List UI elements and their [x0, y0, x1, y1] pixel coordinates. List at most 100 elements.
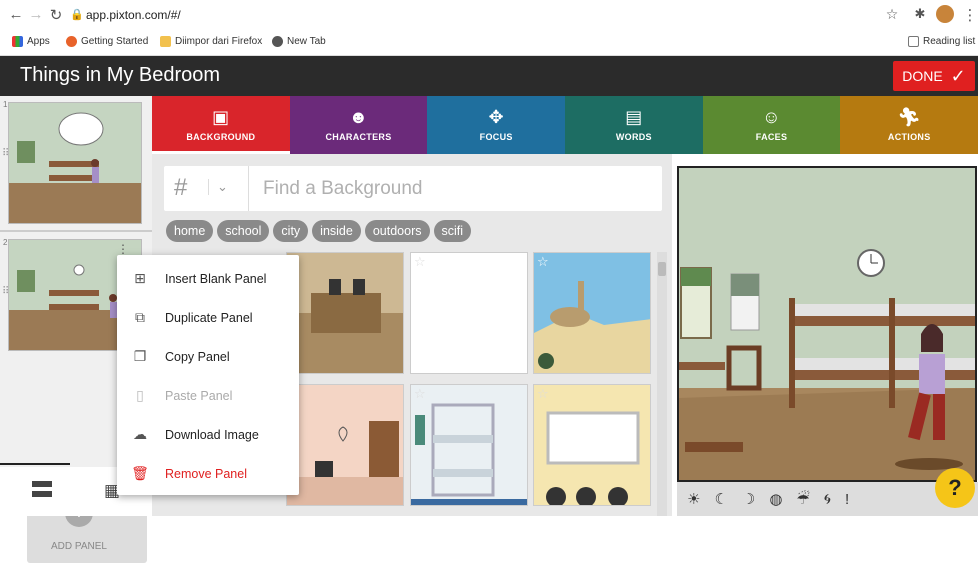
menu-download-image[interactable]: ☁ Download Image	[117, 415, 299, 454]
bookmark-new-tab[interactable]: New Tab	[272, 36, 326, 47]
tag-scifi[interactable]: scifi	[433, 220, 472, 242]
background-card[interactable]	[286, 384, 404, 506]
tag-inside[interactable]: inside	[312, 220, 361, 242]
tab-label: BACKGROUND	[186, 132, 256, 142]
bookmark-getting-started[interactable]: Getting Started	[66, 36, 148, 47]
bookmark-label: Diimpor dari Firefox	[175, 36, 263, 47]
dinosaur-thumbnail	[534, 253, 650, 373]
editor-tabs: ▣ BACKGROUND ☻ CHARACTERS ✥ FOCUS ▤ WORD…	[152, 96, 978, 154]
tab-characters[interactable]: ☻ CHARACTERS	[289, 96, 428, 154]
search-input[interactable]	[248, 166, 658, 211]
tab-background[interactable]: ▣ BACKGROUND	[152, 96, 290, 154]
background-card[interactable]	[286, 252, 404, 374]
tab-actions[interactable]: 🏃︎ ACTIONS	[840, 96, 978, 154]
drag-handle-icon[interactable]: ⠿	[2, 148, 9, 159]
forward-icon[interactable]: →	[28, 6, 44, 23]
trash-icon: 🗑︎	[131, 465, 149, 481]
drag-handle-icon[interactable]: ⠿	[2, 286, 9, 297]
spiral-icon[interactable]: 🌀︎	[824, 491, 831, 508]
background-card[interactable]: ☆	[533, 252, 651, 374]
favorite-star-icon[interactable]: ☆	[414, 386, 426, 402]
help-button[interactable]: ?	[935, 468, 975, 508]
tag-school[interactable]: school	[217, 220, 270, 242]
storm-icon[interactable]: ☔	[796, 490, 809, 508]
menu-remove-panel[interactable]: 🗑︎ Remove Panel	[117, 454, 299, 493]
background-card[interactable]: ☆	[533, 384, 651, 506]
done-label: DONE	[902, 68, 943, 84]
favorite-star-icon[interactable]: ☆	[414, 254, 426, 270]
reading-list[interactable]: Reading list	[908, 36, 975, 47]
apps-grid-icon	[12, 36, 23, 47]
dorm-thumbnail	[411, 385, 527, 505]
hash-icon[interactable]: #	[174, 174, 187, 202]
panel-number: 2	[3, 238, 8, 247]
panel-context-menu: ⊞ Insert Blank Panel ⧉ Duplicate Panel ❐…	[117, 255, 299, 495]
done-button[interactable]: DONE ✓	[893, 61, 975, 91]
panel-1-scene	[9, 103, 141, 223]
profile-avatar[interactable]	[936, 5, 954, 23]
star-bookmark-icon[interactable]: ☆	[884, 6, 900, 23]
color-icon[interactable]: ◍	[769, 490, 782, 508]
back-icon[interactable]: ←	[8, 6, 24, 23]
lock-icon: 🔒	[70, 9, 84, 21]
crescent-icon[interactable]: ☾	[714, 490, 727, 508]
bookmark-label: Getting Started	[81, 36, 149, 47]
comic-title[interactable]: Things in My Bedroom	[20, 64, 220, 87]
menu-label: Download Image	[165, 427, 259, 442]
background-card[interactable]: ☆	[410, 384, 528, 506]
duplicate-icon: ⧉	[135, 309, 145, 325]
courtroom-thumbnail	[287, 253, 403, 373]
panel-thumbnail-1[interactable]	[8, 102, 142, 224]
tab-words[interactable]: ▤ WORDS	[565, 96, 703, 154]
firefox-icon	[66, 36, 77, 47]
bookmark-apps[interactable]: Apps	[12, 36, 50, 47]
exclamation-icon[interactable]: !	[845, 491, 849, 508]
chevron-down-icon[interactable]: ⌄	[208, 179, 228, 195]
reload-icon[interactable]: ↻	[48, 6, 64, 24]
preview-toolbar: ☀ ☾ ☽ ◍ ☔ 🌀︎ !	[677, 482, 978, 516]
panel-preview[interactable]	[677, 166, 977, 482]
favorite-star-icon[interactable]: ☆	[537, 386, 549, 402]
tag-home[interactable]: home	[166, 220, 214, 242]
reading-list-icon	[908, 36, 919, 47]
url-text[interactable]: app.pixton.com/#/	[86, 8, 181, 22]
speech-bubble-icon: ▤	[625, 107, 643, 127]
menu-label: Remove Panel	[165, 466, 247, 481]
add-panel-label: ADD PANEL	[51, 541, 107, 552]
menu-copy-panel[interactable]: ❐ Copy Panel	[117, 337, 299, 376]
sun-icon[interactable]: ☀	[687, 490, 700, 508]
divider	[0, 463, 70, 465]
bookmark-imported[interactable]: Diimpor dari Firefox	[160, 36, 262, 47]
favorite-star-icon[interactable]: ☆	[537, 254, 549, 270]
clipboard-icon: ▯	[136, 387, 144, 403]
menu-label: Paste Panel	[165, 388, 233, 403]
panel-number: 1	[3, 100, 8, 109]
cloud-download-icon: ☁	[133, 426, 147, 442]
tag-city[interactable]: city	[273, 220, 309, 242]
background-card[interactable]: ☆	[410, 252, 528, 374]
tab-label: WORDS	[615, 132, 652, 142]
scrollbar-thumb[interactable]	[658, 262, 666, 276]
divider	[0, 230, 152, 232]
tab-label: FOCUS	[479, 132, 513, 142]
panel-options-icon[interactable]: ⋮	[117, 242, 129, 256]
crescent-thin-icon[interactable]: ☽	[742, 490, 755, 508]
menu-paste-panel: ▯ Paste Panel	[117, 376, 299, 415]
tab-label: FACES	[755, 132, 788, 142]
image-icon: ▣	[212, 107, 230, 127]
folder-icon	[160, 36, 171, 47]
menu-insert-blank-panel[interactable]: ⊞ Insert Blank Panel	[117, 259, 299, 298]
menu-duplicate-panel[interactable]: ⧉ Duplicate Panel	[117, 298, 299, 337]
tab-faces[interactable]: ☺ FACES	[702, 96, 841, 154]
extensions-icon[interactable]: ✱	[912, 6, 928, 22]
menu-dots-icon[interactable]: ⋮	[962, 6, 978, 24]
tab-focus[interactable]: ✥ FOCUS	[427, 96, 566, 154]
scrollbar[interactable]	[657, 252, 667, 516]
single-layout-icon[interactable]	[32, 481, 52, 497]
tag-outdoors[interactable]: outdoors	[364, 220, 430, 242]
bookmark-label: Apps	[27, 36, 50, 47]
menu-label: Copy Panel	[165, 349, 230, 364]
bedroom-scene	[679, 168, 975, 480]
browser-chrome: ← → ↻ 🔒 app.pixton.com/#/ ☆ ✱ ⋮ Apps Get…	[0, 0, 978, 56]
tag-filter-list: home school city inside outdoors scifi	[166, 220, 472, 242]
